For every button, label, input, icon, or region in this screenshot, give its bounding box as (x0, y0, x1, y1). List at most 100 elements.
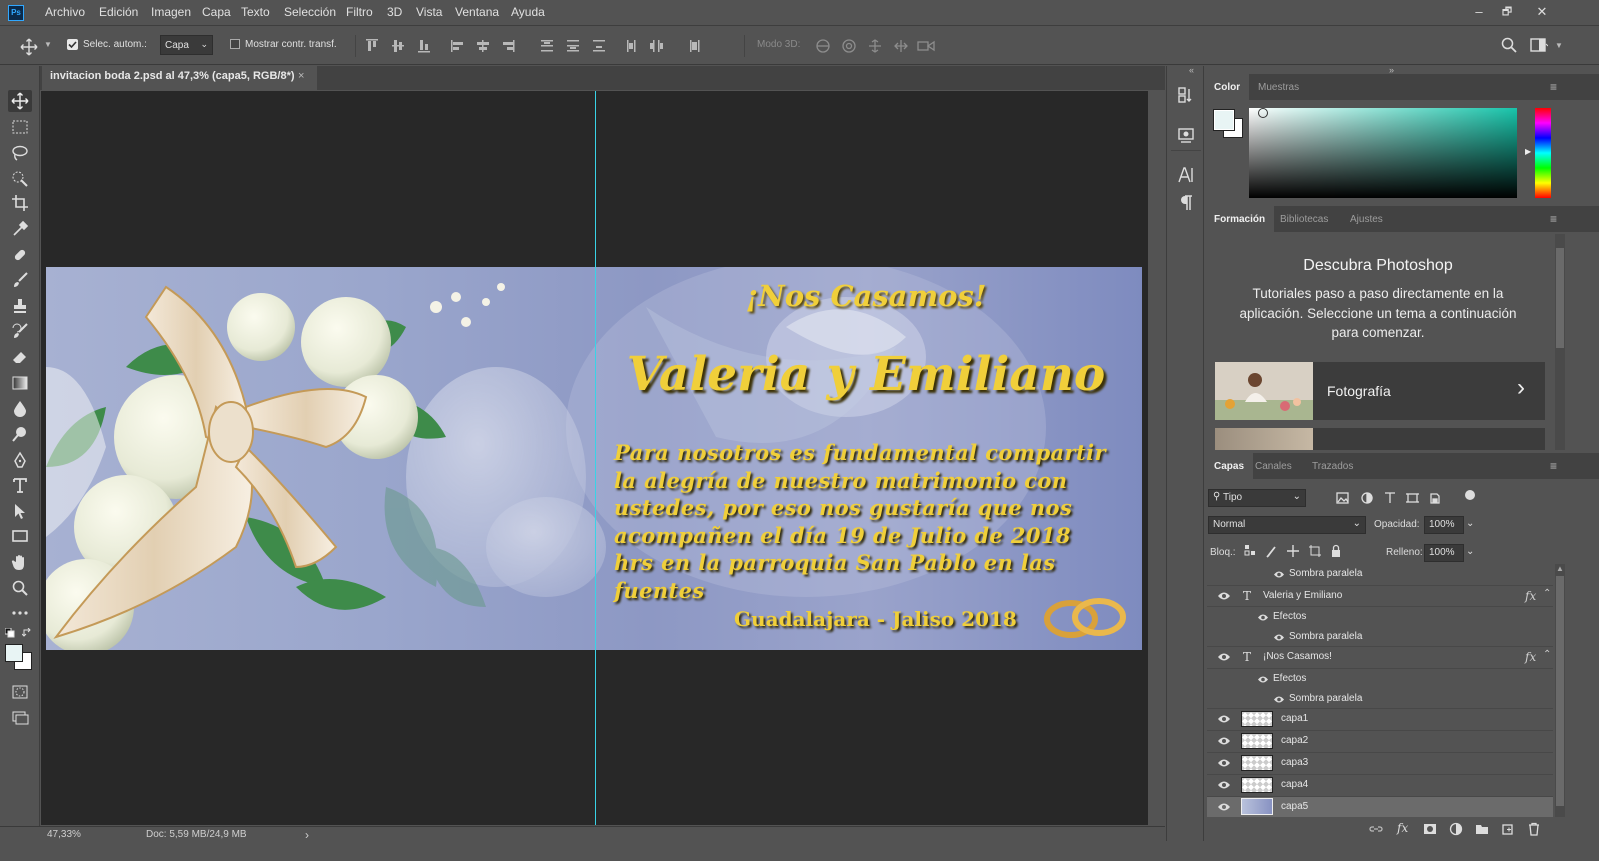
add-style-fx-icon[interactable]: fx (1397, 821, 1408, 835)
eyedropper-tool-button[interactable] (8, 218, 32, 240)
close-button[interactable]: ✕ (1528, 2, 1556, 22)
tool-preset-chevron-icon[interactable]: ▼ (44, 40, 52, 49)
layer-row-text[interactable]: T Valeria y Emiliano fx ⌃ (1207, 585, 1553, 607)
menu-edicion[interactable]: Edición (99, 5, 138, 19)
tab-muestras[interactable]: Muestras (1249, 74, 1308, 100)
eye-icon[interactable] (1257, 613, 1269, 622)
crop-tool-button[interactable] (8, 192, 32, 214)
eye-icon[interactable] (1217, 758, 1231, 768)
move-tool-button[interactable] (8, 90, 32, 112)
lock-icons[interactable] (1244, 544, 1344, 558)
tab-ajustes[interactable]: Ajustes (1341, 206, 1392, 232)
invitation-artwork[interactable]: ¡Nos Casamos! Valeria y Emiliano Para no… (46, 267, 1142, 650)
tab-formacion[interactable]: Formación (1205, 206, 1275, 232)
layer-name[interactable]: capa5 (1281, 801, 1308, 812)
layer-filter-dropdown[interactable]: ⚲ Tipo ⌄ (1208, 489, 1306, 507)
align-distribute-icons[interactable] (364, 38, 664, 54)
menu-capa[interactable]: Capa (202, 5, 231, 19)
scroll-up-icon[interactable]: ▲ (1556, 564, 1564, 573)
panel-menu-icon[interactable]: ≡ (1550, 80, 1557, 94)
screen-mode-button[interactable] (8, 706, 32, 728)
learn-card-next[interactable] (1215, 428, 1545, 450)
menu-ventana[interactable]: Ventana (455, 5, 499, 19)
brush-tool-button[interactable] (8, 269, 32, 291)
layer-row-pixel[interactable]: capa3 (1207, 753, 1553, 775)
layer-effects-group[interactable]: Efectos (1207, 607, 1553, 627)
properties-panel-icon[interactable] (1177, 126, 1195, 144)
close-tab-icon[interactable]: × (298, 70, 304, 82)
layer-name[interactable]: capa2 (1281, 735, 1308, 746)
color-field[interactable] (1249, 108, 1517, 198)
document-tab[interactable]: invitacion boda 2.psd al 47,3% (capa5, R… (42, 66, 317, 90)
opacity-input[interactable]: 100% (1424, 516, 1464, 534)
tab-bibliotecas[interactable]: Bibliotecas (1271, 206, 1337, 232)
healing-brush-tool-button[interactable] (8, 244, 32, 266)
blur-tool-button[interactable] (8, 397, 32, 419)
character-panel-icon[interactable] (1177, 166, 1195, 184)
hue-slider[interactable] (1535, 108, 1551, 198)
pen-tool-button[interactable] (8, 449, 32, 471)
layer-effects-group[interactable]: Efectos (1207, 669, 1553, 689)
menu-archivo[interactable]: Archivo (45, 5, 85, 19)
layer-filter-icons[interactable] (1335, 491, 1475, 505)
color-picker-cursor[interactable] (1258, 108, 1268, 118)
layer-row-text[interactable]: T ¡Nos Casamos! fx ⌃ (1207, 647, 1553, 669)
status-menu-arrow-icon[interactable]: › (305, 828, 309, 842)
scroll-thumb[interactable] (1556, 576, 1564, 806)
eye-icon[interactable] (1217, 714, 1231, 724)
menu-3d[interactable]: 3D (387, 5, 402, 19)
tab-canales[interactable]: Canales (1246, 453, 1301, 479)
type-tool-button[interactable] (8, 474, 32, 496)
layer-name[interactable]: capa4 (1281, 779, 1308, 790)
chevron-down-icon[interactable]: ⌄ (1466, 546, 1474, 557)
tab-trazados[interactable]: Trazados (1303, 453, 1362, 479)
new-layer-icon[interactable] (1501, 822, 1515, 836)
link-layers-icon[interactable] (1369, 822, 1383, 836)
search-icon[interactable] (1501, 37, 1517, 53)
chevron-down-icon[interactable]: ⌄ (1466, 518, 1474, 529)
layer-effect-row[interactable]: Sombra paralela (1207, 689, 1553, 709)
eye-icon[interactable] (1217, 591, 1231, 601)
adjustment-layer-icon[interactable] (1449, 822, 1463, 836)
layer-row-pixel[interactable]: capa2 (1207, 731, 1553, 753)
menu-imagen[interactable]: Imagen (151, 5, 191, 19)
swap-colors-icon[interactable] (22, 628, 32, 638)
zoom-tool-button[interactable] (8, 577, 32, 599)
foreground-color-swatch[interactable] (5, 644, 23, 662)
quick-selection-tool-button[interactable] (8, 167, 32, 189)
eye-icon[interactable] (1217, 652, 1231, 662)
layers-scrollbar[interactable]: ▲ (1555, 564, 1565, 817)
add-mask-icon[interactable] (1423, 822, 1437, 836)
menu-ayuda[interactable]: Ayuda (511, 5, 545, 19)
quick-mask-button[interactable] (8, 681, 32, 703)
layer-effect-row[interactable]: Sombra paralela (1207, 627, 1553, 647)
layer-name[interactable]: capa3 (1281, 757, 1308, 768)
vertical-guide[interactable] (595, 91, 596, 825)
fx-icon[interactable]: fx (1525, 589, 1536, 603)
history-panel-icon[interactable] (1177, 86, 1195, 104)
eye-icon[interactable] (1273, 633, 1285, 642)
hand-tool-button[interactable] (8, 551, 32, 573)
eye-icon[interactable] (1217, 736, 1231, 746)
foreground-color-swatch[interactable] (1213, 109, 1235, 131)
gradient-tool-button[interactable] (8, 372, 32, 394)
stamp-tool-button[interactable] (8, 295, 32, 317)
layer-name[interactable]: Valeria y Emiliano (1263, 590, 1342, 601)
restore-button[interactable]: 🗗 (1493, 2, 1521, 22)
layer-row-pixel[interactable]: capa1 (1207, 709, 1553, 731)
eye-icon[interactable] (1217, 780, 1231, 790)
more-tools-button[interactable] (8, 602, 32, 624)
auto-select-checkbox[interactable] (67, 39, 78, 50)
fx-icon[interactable]: fx (1525, 650, 1536, 664)
eye-icon[interactable] (1217, 802, 1231, 812)
auto-select-target-dropdown[interactable]: Capa ⌄ (160, 35, 213, 55)
eye-icon[interactable] (1273, 570, 1285, 579)
scroll-thumb[interactable] (1556, 248, 1564, 348)
eraser-tool-button[interactable] (8, 346, 32, 368)
default-colors-icon[interactable] (5, 628, 15, 638)
menu-texto[interactable]: Texto (241, 5, 270, 19)
move-tool-icon[interactable] (20, 38, 38, 56)
hue-slider-handle-icon[interactable]: ▶ (1525, 147, 1531, 156)
learn-card-photography[interactable]: Fotografía › (1215, 362, 1545, 420)
layer-effect-row[interactable]: Sombra paralela (1207, 564, 1553, 585)
